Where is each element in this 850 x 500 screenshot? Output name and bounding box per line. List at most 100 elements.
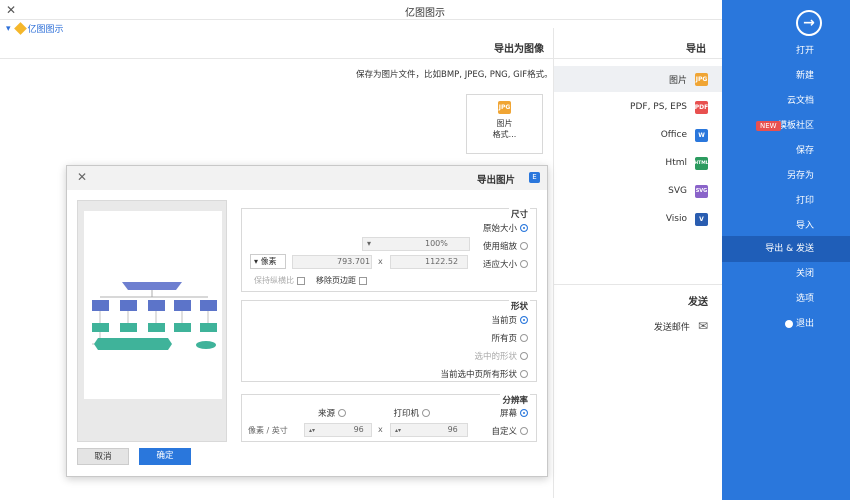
radio-current-page-all-shapes[interactable]: 当前选中页所有形状: [440, 368, 528, 380]
chevron-down-icon: ▾: [6, 23, 11, 34]
shape-group-title: 形状: [508, 300, 530, 312]
width-input[interactable]: 1122.52: [390, 255, 468, 269]
breadcrumb[interactable]: ▾ 亿图图示: [6, 22, 64, 35]
checkbox[interactable]: [359, 276, 367, 285]
breadcrumb-label: 亿图图示: [27, 25, 64, 35]
new-badge: NEW: [756, 121, 781, 131]
radio-button[interactable]: [520, 370, 528, 378]
chevron-down-icon: ▾: [367, 239, 372, 248]
svg-file-icon: SVG: [695, 184, 708, 198]
radio-button[interactable]: [520, 352, 528, 360]
radio-current-page[interactable]: 当前页: [491, 314, 528, 326]
radio-button[interactable]: [422, 409, 430, 417]
radio-label: 使用缩放: [482, 242, 517, 252]
stepper-icon: ▴▾: [395, 427, 402, 434]
sidebar: → 打开 新建 云文档 模板社区 NEW 保存 另存为 打印 导入 导出 & 发…: [722, 0, 850, 500]
export-image-dialog: ✕ 导出图片 E 尺寸 原始大小 100% ▾ 使用缩放 1122.52 x 7…: [66, 165, 548, 477]
resolution-unit: 像素 / 英寸: [248, 426, 288, 435]
chevron-down-icon: ▾: [254, 257, 259, 266]
word-file-icon: W: [695, 128, 708, 142]
format-item-image[interactable]: 图片 JPG: [554, 66, 722, 92]
sidebar-item-save-as[interactable]: 另存为: [787, 163, 814, 189]
sidebar-item-export-send[interactable]: 导出 & 发送: [722, 236, 850, 262]
radio-button[interactable]: [520, 242, 528, 250]
format-item-svg[interactable]: SVG SVG: [554, 178, 722, 204]
remove-margin-checkbox[interactable]: 移除页边距: [316, 275, 367, 286]
radio-label: 打印机: [393, 409, 419, 419]
dialog-title: 导出图片: [477, 175, 516, 186]
unit-select[interactable]: ▾ 像素: [250, 254, 286, 269]
radio-button[interactable]: [520, 224, 528, 232]
radio-label: 来源: [317, 409, 335, 419]
preview-page: [84, 211, 222, 399]
radio-fit-size[interactable]: 适应大小: [483, 258, 528, 270]
radio-button[interactable]: [520, 427, 528, 435]
radio-original-size[interactable]: 原始大小: [483, 222, 528, 234]
format-label: Office: [660, 130, 687, 140]
format-item-office[interactable]: Office W: [554, 122, 722, 148]
format-item-pdf[interactable]: PDF, PS, EPS PDF: [554, 94, 722, 120]
mail-icon: ✉: [697, 319, 708, 333]
sidebar-item-open[interactable]: 打开: [796, 38, 814, 64]
keep-ratio-checkbox[interactable]: 保持纵横比: [254, 275, 305, 286]
sidebar-item-options[interactable]: 选项: [796, 286, 814, 312]
radio-button[interactable]: [520, 260, 528, 268]
radio-custom[interactable]: 自定义: [491, 425, 528, 437]
close-icon[interactable]: ✕: [6, 3, 16, 17]
format-label: Html: [665, 158, 687, 168]
radio-use-zoom[interactable]: 使用缩放: [483, 240, 528, 252]
radio-screen[interactable]: 屏幕: [500, 407, 528, 419]
sidebar-item-new[interactable]: 新建: [796, 63, 814, 89]
app-logo-icon: E: [529, 172, 540, 183]
resolution-x-input[interactable]: ▴▾ 96: [390, 423, 468, 437]
resolution-group-title: 分辨率: [500, 394, 530, 406]
html-file-icon: HTML: [694, 156, 709, 170]
back-arrow-icon[interactable]: →: [796, 10, 822, 36]
title-bar: ✕ 亿图图示: [0, 0, 722, 20]
pdf-file-icon: PDF: [695, 100, 708, 114]
zoom-select[interactable]: 100% ▾: [362, 237, 470, 251]
resolution-y-input[interactable]: ▴▾ 96: [304, 423, 372, 437]
height-input[interactable]: 793.701: [292, 255, 372, 269]
sidebar-item-label: 退出: [795, 319, 814, 329]
ok-button[interactable]: 确定: [139, 448, 191, 465]
image-format-card[interactable]: JPG 图片 格式...: [466, 94, 543, 154]
times-sign: x: [378, 425, 383, 434]
send-email-item[interactable]: 发送邮件 ✉: [554, 313, 722, 339]
radio-button[interactable]: [338, 409, 346, 417]
resolution-group: 分辨率 屏幕 打印机 来源 自定义 ▴▾ 96 x ▴▾ 96 像素 / 英寸: [241, 394, 537, 442]
radio-all-pages[interactable]: 所有页: [491, 332, 528, 344]
radio-button[interactable]: [520, 409, 528, 417]
format-item-visio[interactable]: Visio V: [554, 206, 722, 232]
sidebar-item-cloud[interactable]: 云文档: [787, 88, 814, 114]
app-logo-icon: [13, 22, 27, 35]
sidebar-item-exit[interactable]: 退出: [782, 311, 814, 337]
radio-button[interactable]: [520, 334, 528, 342]
radio-printer[interactable]: 打印机: [393, 407, 430, 419]
sidebar-item-close[interactable]: 关闭: [796, 261, 814, 287]
radio-selected-shapes[interactable]: 选中的形状: [474, 350, 528, 362]
unit-value: 像素: [260, 257, 277, 266]
checkbox[interactable]: [297, 276, 305, 285]
sidebar-item-save[interactable]: 保存: [796, 138, 814, 164]
times-sign: x: [378, 257, 383, 266]
size-group: 尺寸 原始大小 100% ▾ 使用缩放 1122.52 x 793.701 ▾: [241, 208, 537, 292]
close-icon[interactable]: ✕: [77, 170, 87, 184]
app-window: ✕ 亿图图示 ▾ 亿图图示 → 打开 新建 云文档 模板社区 NEW 保存 另存…: [0, 0, 850, 500]
cancel-button[interactable]: 取消: [77, 448, 129, 465]
send-heading: 发送: [688, 297, 708, 308]
resolution-x-value: 96: [447, 425, 458, 434]
send-email-label: 发送邮件: [653, 322, 690, 333]
sidebar-item-template-community[interactable]: 模板社区: [778, 113, 814, 139]
radio-label: 所有页: [491, 334, 517, 344]
format-label: 图片: [668, 75, 687, 86]
radio-source[interactable]: 来源: [318, 407, 346, 419]
height-value: 793.701: [337, 257, 371, 266]
window-title: 亿图图示: [405, 8, 445, 19]
size-group-title: 尺寸: [508, 208, 530, 220]
exit-icon: [785, 319, 794, 328]
format-item-html[interactable]: Html HTML: [554, 150, 722, 176]
sidebar-item-print[interactable]: 打印: [796, 188, 814, 214]
format-label: Visio: [665, 214, 687, 224]
radio-button[interactable]: [520, 316, 528, 324]
